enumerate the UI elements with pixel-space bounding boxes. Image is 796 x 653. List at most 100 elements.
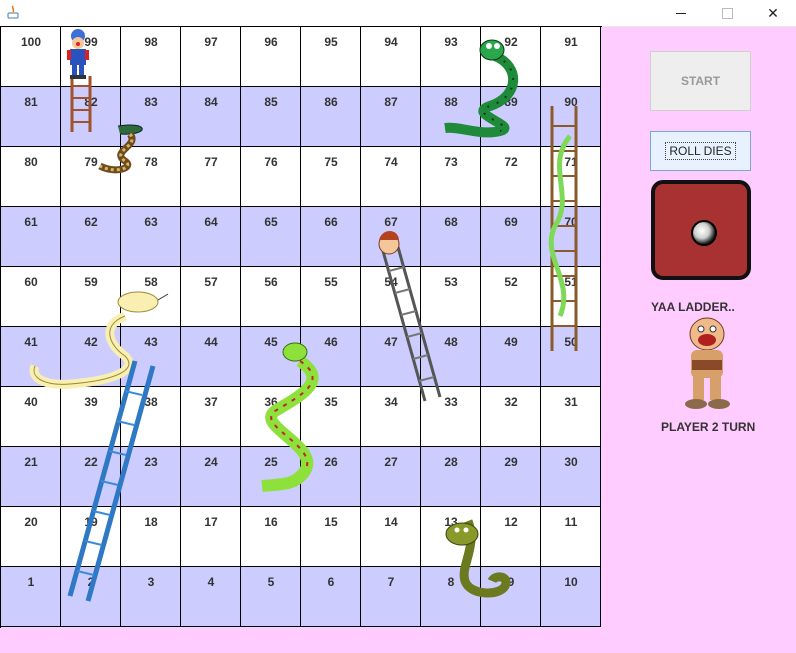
board-cell: 4 xyxy=(181,567,241,627)
board-cell: 22 xyxy=(61,447,121,507)
board-cell: 59 xyxy=(61,267,121,327)
board-cell: 63 xyxy=(121,207,181,267)
cell-number: 22 xyxy=(84,455,98,469)
maximize-button[interactable] xyxy=(704,0,750,26)
cell-number: 31 xyxy=(564,395,578,409)
cell-number: 99 xyxy=(84,35,98,49)
roll-dice-button[interactable]: ROLL DIES xyxy=(650,131,751,171)
cell-number: 54 xyxy=(384,275,398,289)
cell-number: 48 xyxy=(444,335,458,349)
board-cell: 40 xyxy=(1,387,61,447)
cell-number: 9 xyxy=(507,575,515,589)
board-cell: 51 xyxy=(541,267,601,327)
cell-number: 52 xyxy=(504,275,518,289)
board-cell: 8 xyxy=(421,567,481,627)
cell-number: 77 xyxy=(204,155,218,169)
close-button[interactable]: ✕ xyxy=(750,0,796,26)
cell-number: 83 xyxy=(144,95,158,109)
maximize-icon xyxy=(721,7,733,19)
board-cell: 72 xyxy=(481,147,541,207)
board-cell: 52 xyxy=(481,267,541,327)
cell-number: 28 xyxy=(444,455,458,469)
cell-number: 65 xyxy=(264,215,278,229)
board-cell: 20 xyxy=(1,507,61,567)
cell-number: 43 xyxy=(144,335,158,349)
board-cell: 91 xyxy=(541,27,601,87)
cell-number: 49 xyxy=(504,335,518,349)
board-cell: 99 xyxy=(61,27,121,87)
cell-number: 12 xyxy=(504,515,518,529)
board-cell: 39 xyxy=(61,387,121,447)
board-cell: 55 xyxy=(301,267,361,327)
cell-number: 20 xyxy=(24,515,38,529)
board-cell: 32 xyxy=(481,387,541,447)
board-cell: 33 xyxy=(421,387,481,447)
cell-number: 59 xyxy=(84,275,98,289)
board-cell: 60 xyxy=(1,267,61,327)
board-cell: 73 xyxy=(421,147,481,207)
cell-number: 25 xyxy=(264,455,278,469)
board-cell: 74 xyxy=(361,147,421,207)
cell-number: 72 xyxy=(504,155,518,169)
cell-number: 46 xyxy=(324,335,338,349)
board-cell: 83 xyxy=(121,87,181,147)
board-cell: 81 xyxy=(1,87,61,147)
status-message: YAA LADDER.. xyxy=(651,300,735,314)
cell-number: 69 xyxy=(504,215,518,229)
board-cell: 94 xyxy=(361,27,421,87)
board-cell: 56 xyxy=(241,267,301,327)
cell-number: 98 xyxy=(144,35,158,49)
cell-number: 7 xyxy=(387,575,395,589)
board-cell: 7 xyxy=(361,567,421,627)
board-cell: 57 xyxy=(181,267,241,327)
board-cell: 42 xyxy=(61,327,121,387)
board-cell: 70 xyxy=(541,207,601,267)
start-button[interactable]: START xyxy=(650,51,751,111)
board-cell: 50 xyxy=(541,327,601,387)
cell-number: 37 xyxy=(204,395,218,409)
board-cell: 92 xyxy=(481,27,541,87)
board-cell: 15 xyxy=(301,507,361,567)
board-cell: 26 xyxy=(301,447,361,507)
board-cell: 82 xyxy=(61,87,121,147)
title-bar: ✕ xyxy=(0,0,796,27)
board-cell: 3 xyxy=(121,567,181,627)
board-cell: 64 xyxy=(181,207,241,267)
cell-number: 79 xyxy=(84,155,98,169)
board-cell: 58 xyxy=(121,267,181,327)
board-cell: 16 xyxy=(241,507,301,567)
board-cell: 11 xyxy=(541,507,601,567)
cell-number: 97 xyxy=(204,35,218,49)
board-cell: 54 xyxy=(361,267,421,327)
board-cell: 45 xyxy=(241,327,301,387)
board-grid: 100 99 98 97 96 95 94 93 92 91 81 82 83 84 85 86 87 88 89 9… xyxy=(0,26,602,628)
board-cell: 46 xyxy=(301,327,361,387)
board-cell: 9 xyxy=(481,567,541,627)
cell-number: 93 xyxy=(444,35,458,49)
cell-number: 2 xyxy=(87,575,95,589)
cell-number: 92 xyxy=(504,35,518,49)
cell-number: 3 xyxy=(147,575,155,589)
minimize-button[interactable] xyxy=(658,0,704,26)
board-cell: 13 xyxy=(421,507,481,567)
cell-number: 30 xyxy=(564,455,578,469)
board-cell: 53 xyxy=(421,267,481,327)
cell-number: 60 xyxy=(24,275,38,289)
cell-number: 24 xyxy=(204,455,218,469)
cell-number: 53 xyxy=(444,275,458,289)
board-cell: 96 xyxy=(241,27,301,87)
cell-number: 88 xyxy=(444,95,458,109)
die-pip xyxy=(691,220,717,246)
close-icon: ✕ xyxy=(767,4,779,21)
board-cell: 21 xyxy=(1,447,61,507)
cell-number: 44 xyxy=(204,335,218,349)
board-cell: 61 xyxy=(1,207,61,267)
cell-number: 38 xyxy=(144,395,158,409)
board-cell: 47 xyxy=(361,327,421,387)
board-cell: 71 xyxy=(541,147,601,207)
board-cell: 27 xyxy=(361,447,421,507)
board-cell: 79 xyxy=(61,147,121,207)
cell-number: 5 xyxy=(267,575,275,589)
board-cell: 25 xyxy=(241,447,301,507)
board-cell: 78 xyxy=(121,147,181,207)
